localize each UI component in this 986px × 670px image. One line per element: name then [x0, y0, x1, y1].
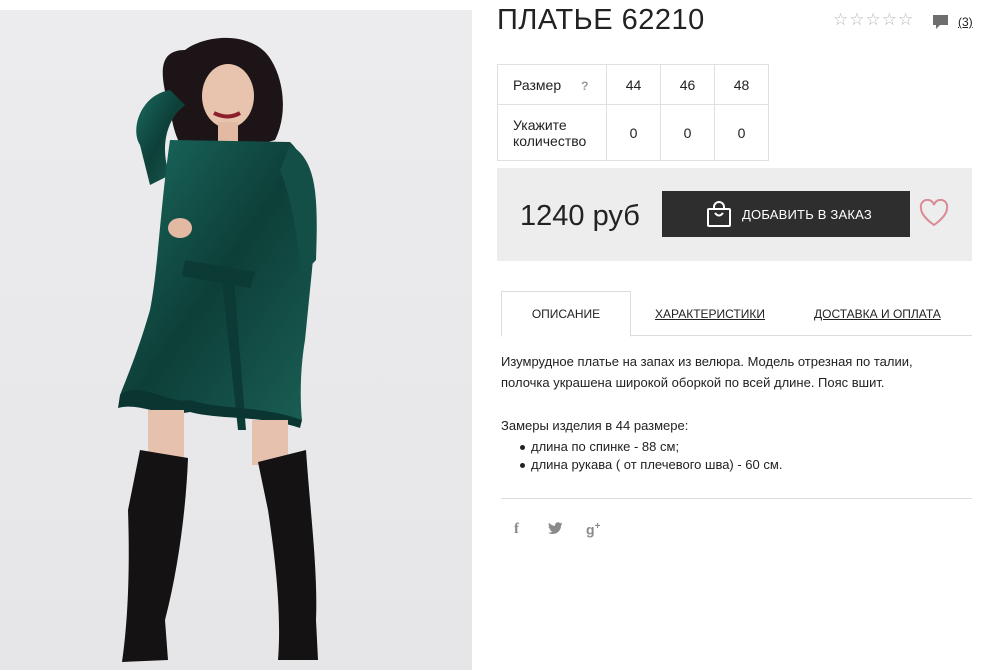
- rating-stars[interactable]: ☆ ☆ ☆ ☆ ☆: [833, 11, 913, 28]
- size-label: Размер: [513, 76, 562, 93]
- google-plus-letter: g: [586, 521, 595, 538]
- star-icon[interactable]: ☆: [866, 11, 881, 28]
- quantity-label-cell: Укажите количество: [497, 104, 607, 161]
- measure-item: длина по спинке - 88 см;: [517, 438, 782, 456]
- size-row: Размер? 44 46 48: [497, 64, 769, 105]
- product-price: 1240 руб: [520, 200, 640, 232]
- star-icon[interactable]: ☆: [833, 11, 848, 28]
- description-line: Изумрудное платье на запах из велюра. Мо…: [501, 354, 913, 369]
- size-help-icon[interactable]: ?: [581, 79, 588, 93]
- review-count-link[interactable]: (3): [958, 15, 973, 29]
- size-option-48: 48: [714, 64, 769, 105]
- twitter-bird-icon: [548, 521, 563, 534]
- shopping-bag-icon: [707, 201, 731, 227]
- quantity-input-46[interactable]: 0: [660, 104, 715, 161]
- quantity-label-line2: количество: [513, 132, 587, 149]
- product-description: Изумрудное платье на запах из велюра. Мо…: [501, 351, 971, 393]
- size-option-46: 46: [660, 64, 715, 105]
- twitter-icon[interactable]: [548, 521, 586, 538]
- product-title: ПЛАТЬЕ 62210: [497, 4, 705, 36]
- divider: [501, 498, 972, 499]
- quantity-row: Укажите количество 0 0 0: [497, 104, 769, 161]
- quantity-input-48[interactable]: 0: [714, 104, 769, 161]
- tab-delivery-payment[interactable]: ДОСТАВКА И ОПЛАТА: [814, 291, 941, 336]
- tab-description-label: ОПИСАНИЕ: [531, 307, 601, 321]
- tab-characteristics[interactable]: ХАРАКТЕРИСТИКИ: [655, 291, 765, 336]
- google-plus-icon[interactable]: g+: [586, 521, 600, 538]
- measures-list: длина по спинке - 88 см; длина рукава ( …: [517, 438, 782, 474]
- social-share: f g+: [514, 521, 600, 538]
- measures-title: Замеры изделия в 44 размере:: [501, 418, 689, 433]
- add-to-cart-label: ДОБАВИТЬ В ЗАКАЗ: [742, 206, 872, 222]
- quantity-label-line1: Укажите: [513, 116, 567, 133]
- google-plus-sup: +: [594, 521, 601, 533]
- star-icon[interactable]: ☆: [898, 11, 913, 28]
- product-photo-illustration: [0, 10, 472, 670]
- price-box: 1240 руб ДОБАВИТЬ В ЗАКАЗ: [497, 168, 972, 261]
- quantity-input-44[interactable]: 0: [606, 104, 661, 161]
- size-quantity-table: Размер? 44 46 48 Укажите количество 0 0 …: [497, 64, 769, 161]
- comment-icon[interactable]: [932, 14, 949, 31]
- description-line: полочка украшена широкой оборкой по всей…: [501, 375, 885, 390]
- product-photo[interactable]: [0, 10, 472, 670]
- measure-item: длина рукава ( от плечевого шва) - 60 см…: [517, 456, 782, 474]
- tab-delivery-payment-label: ДОСТАВКА И ОПЛАТА: [814, 306, 941, 321]
- star-icon[interactable]: ☆: [882, 11, 897, 28]
- size-label-cell: Размер?: [497, 64, 607, 105]
- product-tabs: ОПИСАНИЕ ХАРАКТЕРИСТИКИ ДОСТАВКА И ОПЛАТ…: [501, 291, 972, 337]
- tab-description[interactable]: ОПИСАНИЕ: [501, 291, 631, 337]
- add-to-cart-button[interactable]: ДОБАВИТЬ В ЗАКАЗ: [662, 191, 910, 237]
- size-option-44: 44: [606, 64, 661, 105]
- tab-characteristics-label: ХАРАКТЕРИСТИКИ: [655, 306, 766, 321]
- heart-icon[interactable]: [919, 199, 949, 227]
- facebook-icon[interactable]: f: [514, 521, 548, 538]
- star-icon[interactable]: ☆: [849, 11, 864, 28]
